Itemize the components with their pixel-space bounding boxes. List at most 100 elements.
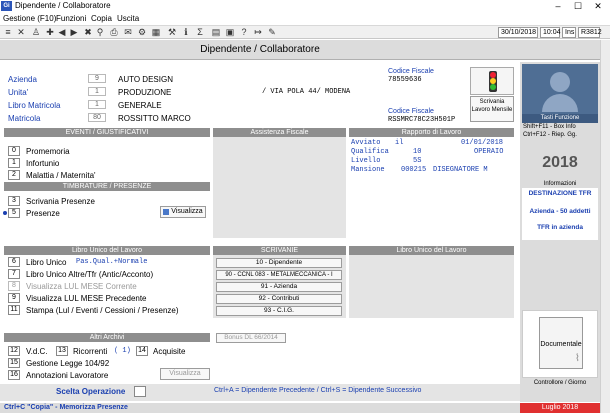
title-bar: Gi Dipendente / Collaboratore – ☐ ✕	[0, 0, 610, 12]
rapporto-key: Qualifica	[351, 148, 389, 156]
menu-bar: Gestione (F10) Funzioni Copia Uscita	[0, 13, 610, 25]
libro-unico-header-2: Libro Unico del Lavoro	[349, 246, 514, 255]
time-display: 10:04	[540, 27, 561, 38]
menu-icon[interactable]: ≡	[2, 27, 14, 38]
libro-num[interactable]: 11	[8, 305, 20, 315]
scrivania-cig-button[interactable]: 93 - C.I.G.	[216, 306, 342, 316]
user-icon[interactable]: ♙	[30, 27, 42, 38]
scelta-label: Scelta Operazione	[56, 387, 126, 396]
minimize-button[interactable]: –	[548, 0, 568, 12]
documentale-button[interactable]: Documentale ⌇	[522, 310, 598, 378]
ricorrenti-num[interactable]: 13	[56, 346, 68, 356]
libro-value: GENERALE	[118, 101, 162, 110]
rapporto-key: Livello	[351, 157, 381, 165]
email-icon[interactable]: ✉	[122, 27, 134, 38]
close-button[interactable]: ✕	[588, 0, 608, 12]
view-icon	[163, 209, 169, 215]
scelta-input[interactable]	[134, 386, 146, 397]
app-icon: Gi	[1, 1, 12, 11]
annotazioni-num[interactable]: 16	[8, 370, 20, 380]
status-text: Ctrl+C "Copia" - Memorizza Presenze	[4, 404, 128, 411]
infortunio-item[interactable]: Infortunio	[26, 159, 59, 168]
back-icon[interactable]: ◀	[56, 27, 68, 38]
settings-icon[interactable]: ⚙	[136, 27, 148, 38]
scrivania-contributi-button[interactable]: 92 - Contributi	[216, 294, 342, 304]
acquisite-num[interactable]: 14	[136, 346, 148, 356]
gestione-item[interactable]: Gestione Legge 104/92	[26, 359, 109, 368]
informazioni-label: Informazioni	[543, 181, 577, 187]
rapporto-right: OPERAIO	[474, 148, 504, 156]
annotazioni-item[interactable]: Annotazioni Lavoratore	[26, 371, 108, 380]
traffic-light-icon	[489, 71, 497, 92]
menu-funzioni[interactable]: Funzioni	[56, 14, 86, 23]
year-display: 2018	[542, 154, 578, 171]
timbrature-num[interactable]: 5	[8, 208, 20, 218]
window-icon[interactable]: ▣	[224, 27, 236, 38]
scrivania-presenze-item[interactable]: Scrivania Presenze	[26, 197, 95, 206]
malattia-item[interactable]: Malattia / Maternita'	[26, 171, 96, 180]
calculator-icon[interactable]: ▦	[150, 27, 162, 38]
libro-unico-item[interactable]: Libro Unico	[26, 258, 66, 267]
libro-code[interactable]: 1	[88, 100, 106, 109]
sum-icon[interactable]: Σ	[194, 27, 206, 38]
scrivania-ccnl-button[interactable]: 90 - CCNL 083 - METALMECCANICA - I	[216, 270, 342, 280]
forward-icon[interactable]: ▶	[68, 27, 80, 38]
delete-icon[interactable]: ✖	[82, 27, 94, 38]
vdc-item[interactable]: V.d.C.	[26, 347, 48, 356]
controllore-label: Controllore / Giorno	[533, 380, 587, 386]
eventi-num[interactable]: 2	[8, 170, 20, 180]
menu-copia[interactable]: Copia	[91, 14, 112, 23]
info-icon[interactable]: ℹ	[180, 27, 192, 38]
vdc-num[interactable]: 12	[8, 346, 20, 356]
libro-unico-panel: Libro Unico del Lavoro	[349, 246, 514, 318]
tools-icon[interactable]: ⚒	[166, 27, 178, 38]
status-month-label: Luglio 2018	[541, 404, 579, 411]
promemoria-item[interactable]: Promemoria	[26, 147, 70, 156]
menu-gestione[interactable]: Gestione (F10)	[3, 14, 56, 23]
stampa-item[interactable]: Stampa (Lul / Eventi / Cessioni / Presen…	[26, 306, 179, 315]
presenze-item[interactable]: Presenze	[26, 209, 60, 218]
eventi-num[interactable]: 0	[8, 146, 20, 156]
libro-num: 8	[8, 281, 20, 291]
scrivania-dipendente-button[interactable]: 10 - Dipendente	[216, 258, 342, 268]
scrivania-lavoro-button[interactable]: Scrivania Lavoro Mensile	[470, 96, 514, 122]
person-icon	[550, 72, 570, 92]
help-icon[interactable]: ?	[238, 27, 250, 38]
eventi-num[interactable]: 1	[8, 158, 20, 168]
libro-altre-item[interactable]: Libro Unico Altre/Tfr (Antic/Acconto)	[26, 270, 153, 279]
traffic-light-button[interactable]	[470, 67, 514, 95]
libro-num[interactable]: 9	[8, 293, 20, 303]
azienda-code[interactable]: 9	[88, 74, 106, 83]
matricola-value: ROSSITTO MARCO	[118, 114, 191, 123]
close-doc-icon[interactable]: ✕	[15, 27, 27, 38]
menu-uscita[interactable]: Uscita	[117, 14, 139, 23]
libro-num[interactable]: 6	[8, 257, 20, 267]
matricola-label: Matricola	[8, 114, 41, 123]
matricola-code[interactable]: 80	[88, 113, 106, 122]
timbrature-header: TIMBRATURE / PRESENZE	[4, 182, 210, 191]
key-shift-f11: Shift+F11 - Box Info	[523, 124, 576, 130]
add-icon[interactable]: ✚	[44, 27, 56, 38]
pencil-icon[interactable]: ✎	[266, 27, 278, 38]
azienda-value: AUTO DESIGN	[118, 75, 173, 84]
vertical-scrollbar[interactable]	[600, 40, 610, 413]
grid-icon[interactable]: ▤	[210, 27, 222, 38]
maximize-button[interactable]: ☐	[568, 0, 588, 12]
arrow-icon[interactable]: ↦	[252, 27, 264, 38]
libro-num[interactable]: 7	[8, 269, 20, 279]
unita-code[interactable]: 1	[88, 87, 106, 96]
rapporto-key: Mansione	[351, 166, 385, 174]
timbrature-num[interactable]: 3	[8, 196, 20, 206]
visualizza-button[interactable]: Visualizza	[160, 206, 206, 218]
info-box: DESTINAZIONE TFR Azienda - 50 addetti TF…	[522, 188, 598, 240]
lul-precedente-item[interactable]: Visualizza LUL MESE Precedente	[26, 294, 147, 303]
tasti-funzione-label: Tasti Funzione	[522, 114, 598, 123]
scrivania-azienda-button[interactable]: 91 - Azienda	[216, 282, 342, 292]
paperclip-icon: ⌇	[575, 353, 580, 364]
rapporto-val: 5S	[413, 157, 422, 165]
print-icon[interactable]: ⎙	[108, 27, 120, 38]
gestione-num[interactable]: 15	[8, 358, 20, 368]
search-icon[interactable]: ⚲	[94, 27, 106, 38]
acquisite-item[interactable]: Acquisite	[153, 347, 185, 356]
ricorrenti-item[interactable]: Ricorrenti	[73, 347, 107, 356]
